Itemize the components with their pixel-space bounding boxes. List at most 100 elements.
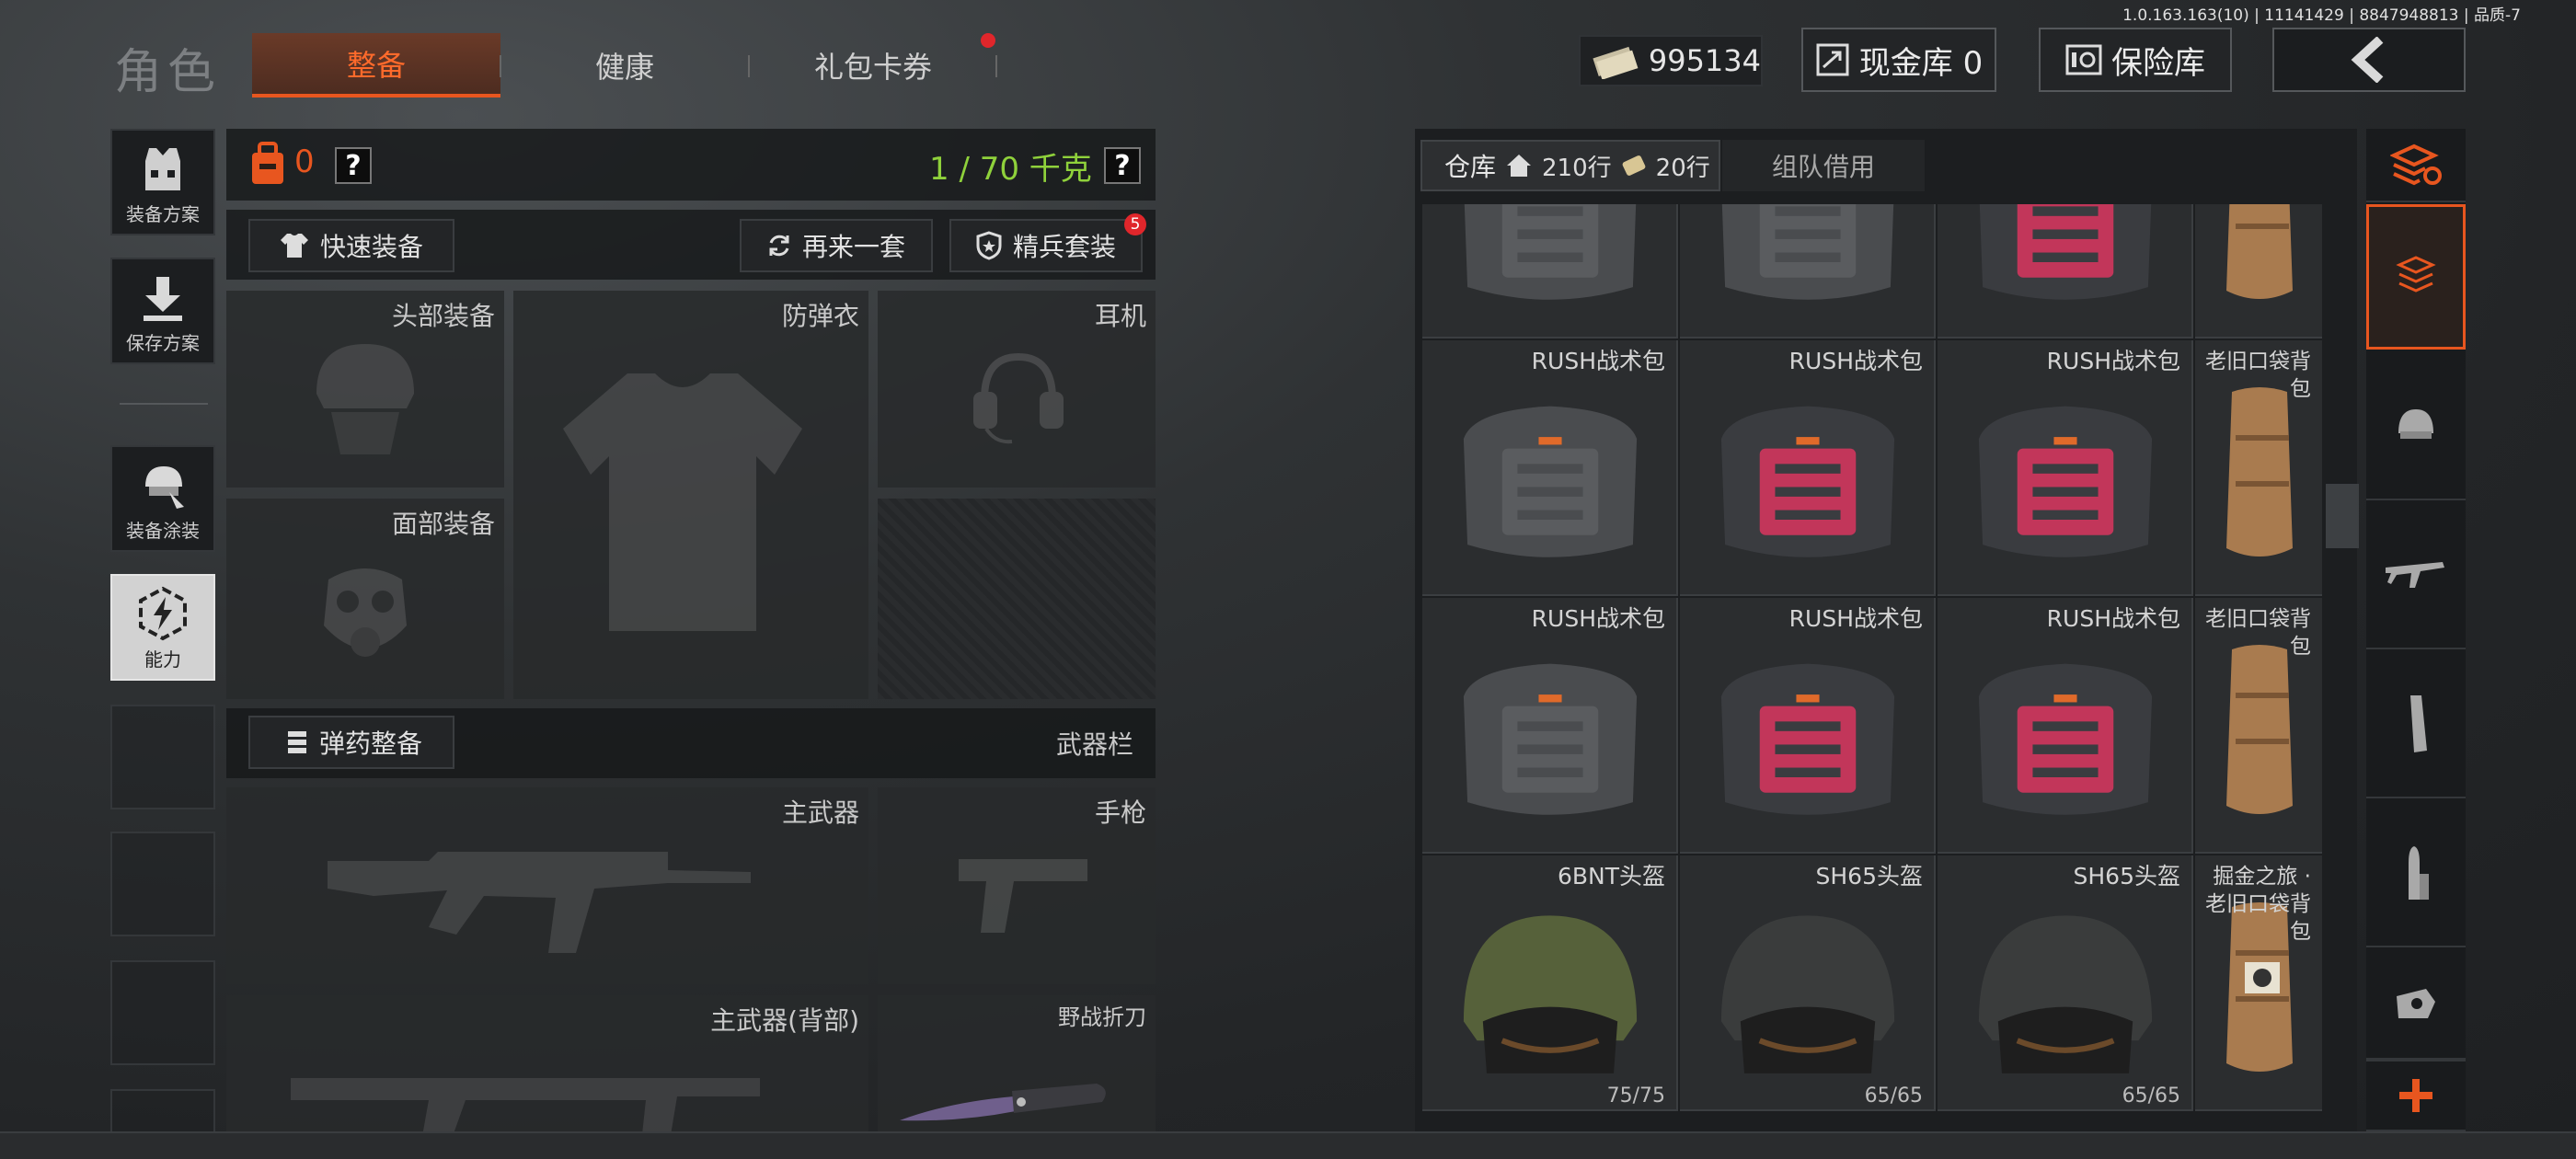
warehouse-item[interactable]: 老旧口袋背包 [2195,598,2324,854]
weight-help-icon[interactable]: ? [1104,147,1141,184]
bottom-bar [0,1131,2576,1159]
retry-set-button[interactable]: 再来一套 [740,219,933,272]
bag-icon [252,142,283,184]
warehouse-item[interactable]: 6BNT头盔 75/75 [1422,855,1678,1111]
warehouse-item[interactable]: RUSH战术包 [1938,340,2193,596]
ammo-prep-button[interactable]: 弹药整备 [248,716,454,769]
black-helmet-icon [1720,915,1895,1073]
black-helmet-icon [1978,915,2153,1073]
warehouse-item[interactable]: RUSH战术包 [1422,598,1678,854]
warehouse-item[interactable]: 掘金之旅 · 老旧口袋背包 [2195,855,2324,1111]
primary-weapon-slot[interactable]: 主武器 [226,787,868,984]
elite-badge: 5 [1124,213,1146,235]
back-button[interactable] [2272,28,2466,92]
stack-sort-icon [2390,143,2442,186]
page-title: 角色 [114,45,222,100]
cash-icon [1593,46,1639,79]
item-name: RUSH战术包 [1788,605,1923,632]
item-name: RUSH战术包 [2046,348,2180,374]
red-tactical-backpack-icon [1978,406,2153,557]
item-name: SH65头盔 [2073,863,2180,889]
save-plan-button[interactable]: 保存方案 [110,258,215,364]
item-name: RUSH战术包 [1531,348,1665,374]
tab-gift-cards-label: 礼包卡券 [813,50,932,85]
rifle-icon [2386,562,2444,588]
team-borrow-label: 组队借用 [1771,152,1875,182]
tab-attachments[interactable] [2366,949,2466,1060]
cash-vault-button[interactable]: 现金库 0 [1801,28,1996,92]
elite-set-button[interactable]: 精兵套装 [949,219,1143,272]
tab-rifles[interactable] [2366,502,2466,649]
pistol-slot[interactable]: 手枪 [878,787,1156,984]
quick-equip-button[interactable]: 快速装备 [248,219,454,272]
loadout-plan-label: 装备方案 [126,203,200,225]
warehouse-item[interactable]: 老旧口袋背包 [2195,340,2324,596]
ammo-icon [2409,846,2429,900]
tab-health[interactable]: 健康 [501,33,748,98]
gear-paint-button[interactable]: 装备涂装 [110,445,215,552]
tab-gift-cards[interactable]: 礼包卡券 [750,33,996,98]
item-name: RUSH战术包 [1788,348,1923,374]
warehouse-item[interactable] [1680,204,1936,339]
warehouse-item[interactable]: SH65头盔 65/65 [1938,855,2193,1111]
headset-slot[interactable]: 耳机 [878,291,1156,488]
head-slot[interactable]: 头部装备 [226,291,504,488]
red-tactical-backpack-icon [1979,204,2152,300]
tab-gear[interactable]: 整备 [252,33,500,98]
refresh-icon [769,235,789,257]
red-tactical-backpack-icon [1720,663,1895,815]
shield-icon [976,231,1002,260]
item-name: 老旧口袋背包 [2205,350,2311,401]
warehouse-item[interactable] [2195,204,2324,339]
ability-button[interactable]: 能力 [110,574,215,681]
add-icon [2399,1079,2432,1112]
sidebar-divider [120,403,208,405]
item-name: SH65头盔 [1815,863,1923,889]
magazine-icon [2410,695,2427,752]
tab-gear-label: 整备 [346,48,406,83]
pistol-silhouette-icon [959,859,1087,933]
quick-equip-label: 快速装备 [319,232,423,262]
headset-silhouette-icon [973,352,1064,444]
warehouse-tab[interactable]: 仓库 210行 20行 [1420,140,1720,191]
gray-tactical-backpack-icon [1721,204,1894,300]
loadout-plan-button[interactable]: 装备方案 [110,129,215,235]
back-arrow-icon [2351,37,2384,83]
weapon-bar-label: 武器栏 [1056,729,1134,760]
ammo-prep-label: 弹药整备 [318,729,422,759]
face-slot[interactable]: 面部装备 [226,499,504,699]
ammo-stack-icon [282,731,306,753]
ability-label: 能力 [144,648,181,671]
vault-icon [1816,43,1849,76]
warehouse-item[interactable]: SH65头盔 65/65 [1680,855,1936,1111]
safe-vault-button[interactable]: 保险库 [2039,28,2232,92]
red-tactical-backpack-icon [1720,406,1895,557]
tab-magazines[interactable] [2366,651,2466,798]
safe-vault-label: 保险库 [2111,44,2205,82]
warehouse-item[interactable]: RUSH战术包 [1422,340,1678,596]
gray-tactical-backpack-icon [1463,663,1638,815]
warehouse-rows: 210行 [1542,154,1612,182]
tab-all-items[interactable] [2366,204,2466,350]
warehouse-scrollbar-track [2322,204,2357,1131]
ability-icon [139,586,187,641]
warehouse-item[interactable] [1938,204,2193,339]
empty-sidebar-slot [110,705,215,809]
warehouse-scrollbar-thumb[interactable] [2326,484,2359,548]
tab-sort[interactable] [2366,129,2466,202]
warehouse-item[interactable]: RUSH战术包 [1680,598,1936,854]
team-borrow-tab[interactable]: 组队借用 [1722,140,1925,191]
pistol-slot-label: 手枪 [1094,798,1146,828]
warehouse-item[interactable]: RUSH战术包 [1938,598,2193,854]
bag-help-icon[interactable]: ? [335,147,372,184]
helmet-silhouette-icon [316,344,414,454]
gray-tactical-backpack-icon [1463,406,1638,557]
tab-ammo[interactable] [2366,800,2466,947]
warehouse-item[interactable]: RUSH战术包 [1680,340,1936,596]
retry-set-label: 再来一套 [801,232,905,262]
tab-helmets[interactable] [2366,353,2466,500]
warehouse-item[interactable] [1422,204,1678,339]
armor-slot[interactable]: 防弹衣 [513,291,868,699]
add-button[interactable] [2366,1060,2466,1131]
old-pocket-backpack-icon [2226,204,2293,299]
